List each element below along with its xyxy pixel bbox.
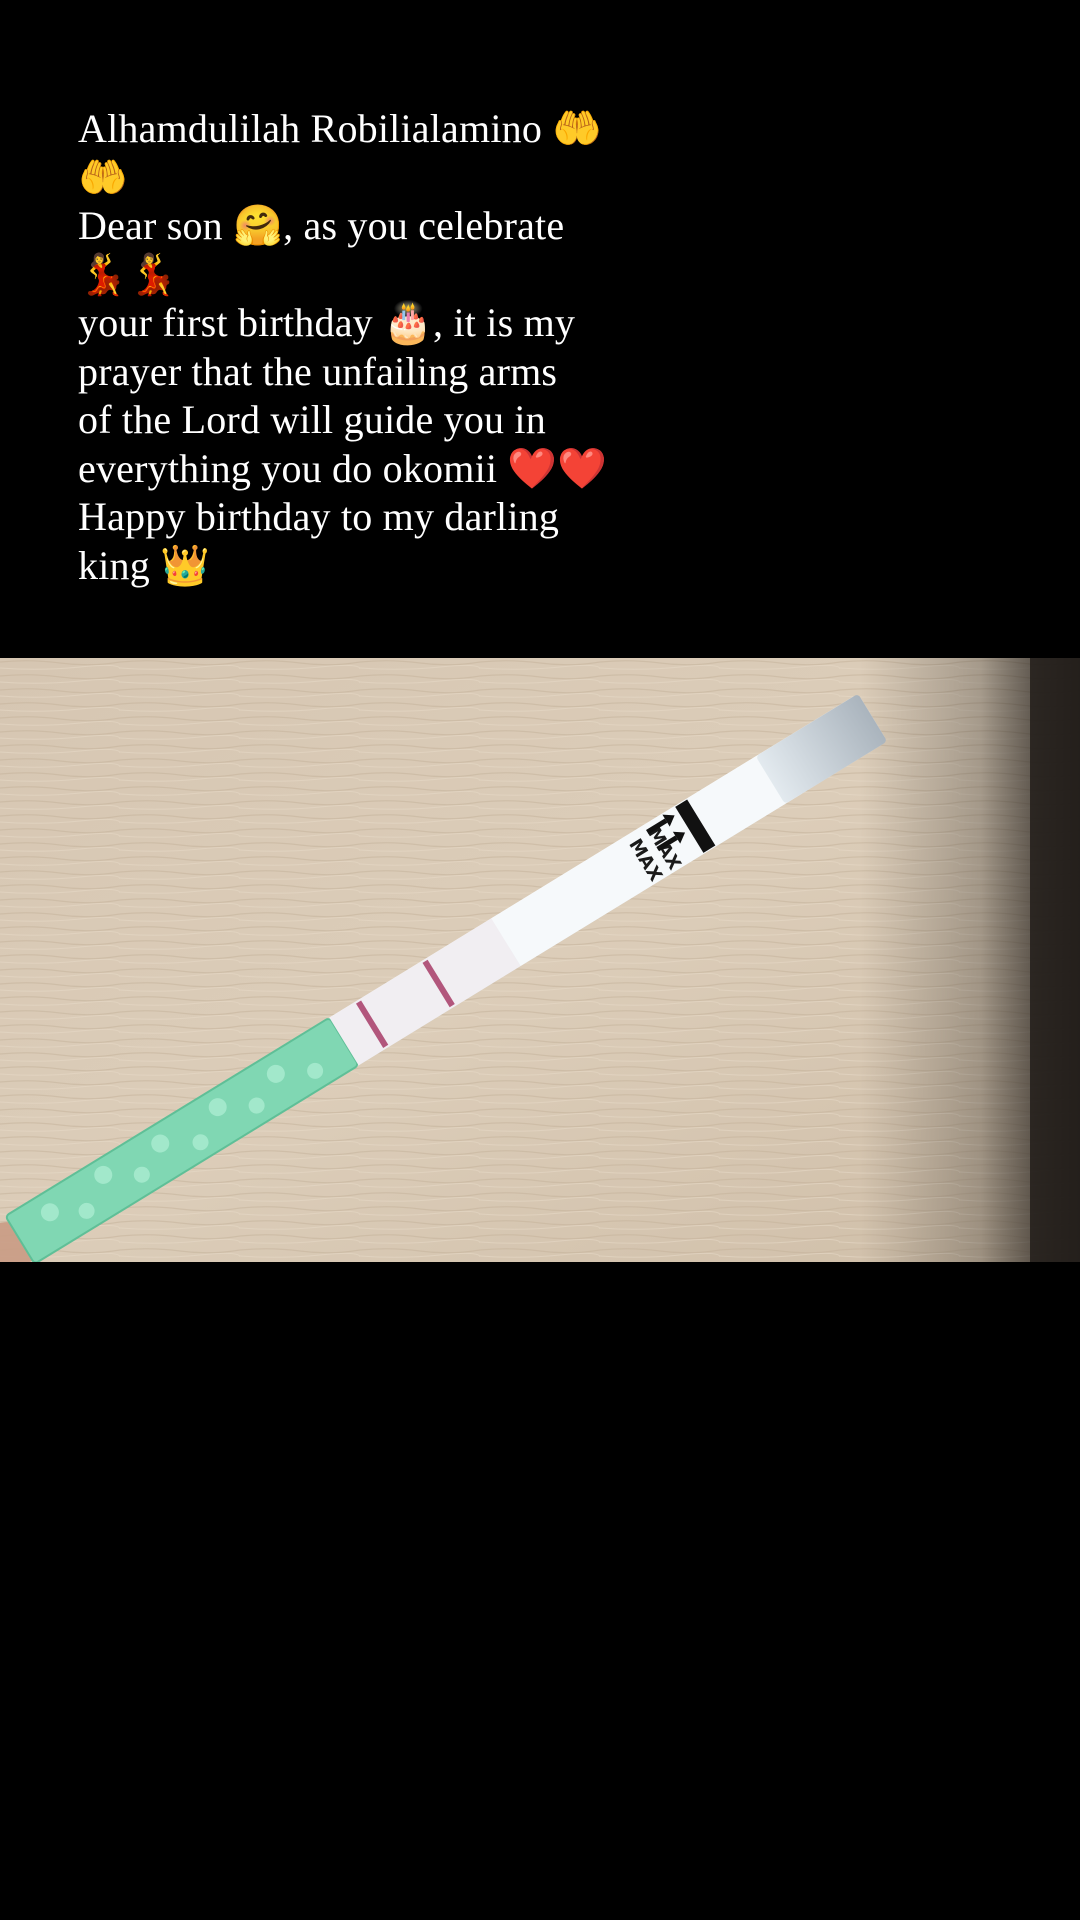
story-caption: Alhamdulilah Robilialamino 🤲🤲 Dear son 🤗…: [78, 106, 608, 588]
pregnancy-test-image: MAX MAX: [0, 658, 1080, 1262]
photo: MAX MAX: [0, 658, 1080, 1262]
